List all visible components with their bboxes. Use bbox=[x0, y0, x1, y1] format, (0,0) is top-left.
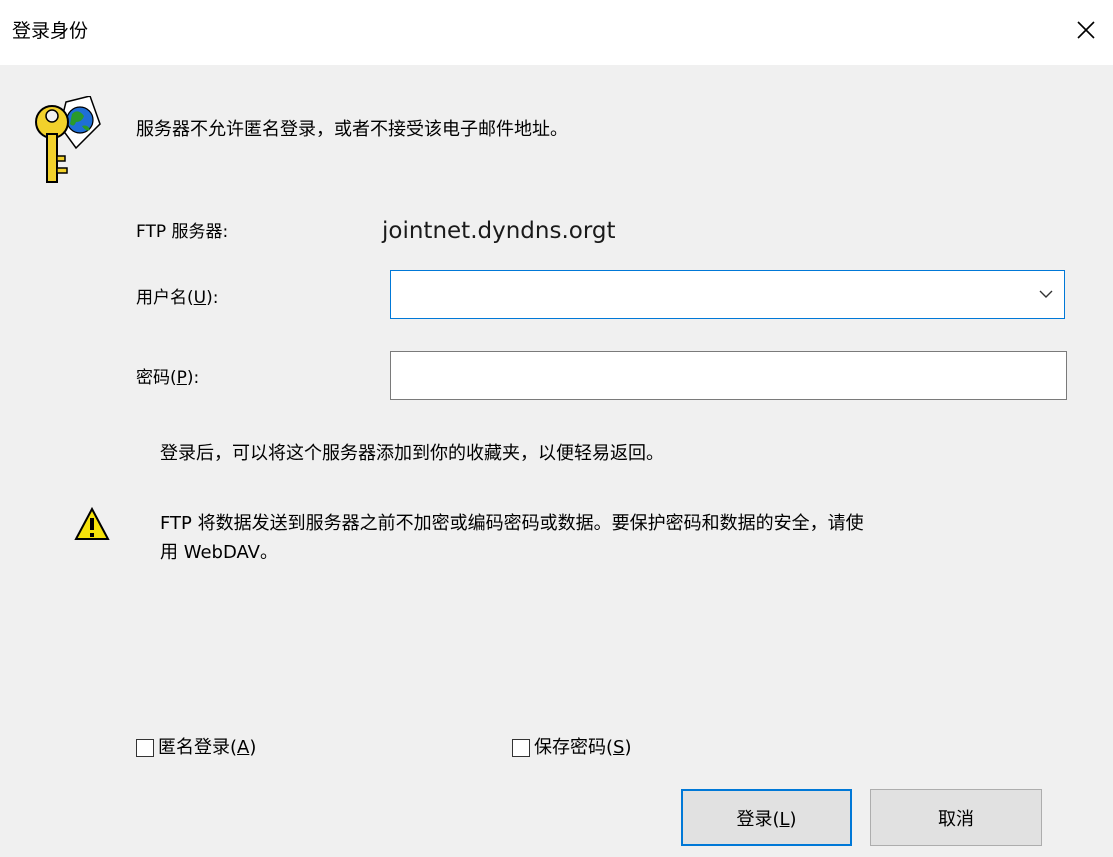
anonymous-checkbox-box[interactable] bbox=[136, 739, 154, 757]
warning-icon bbox=[74, 506, 110, 540]
password-input[interactable] bbox=[391, 352, 1066, 399]
server-label: FTP 服务器: bbox=[136, 222, 229, 242]
save-password-checkbox[interactable]: 保存密码(S) bbox=[512, 735, 632, 761]
username-label: 用户名(U): bbox=[136, 288, 219, 308]
chevron-down-icon[interactable] bbox=[1038, 288, 1054, 300]
anonymous-login-checkbox[interactable]: 匿名登录(A) bbox=[136, 735, 256, 761]
server-value: jointnet.dyndns.orgt bbox=[382, 218, 616, 244]
cancel-button[interactable]: 取消 bbox=[870, 789, 1042, 846]
info-text: 登录后，可以将这个服务器添加到你的收藏夹，以便轻易返回。 bbox=[160, 443, 664, 464]
password-label: 密码(P): bbox=[136, 368, 200, 388]
cancel-button-label: 取消 bbox=[938, 808, 974, 830]
close-button[interactable] bbox=[1063, 10, 1109, 50]
window-title: 登录身份 bbox=[12, 20, 89, 42]
warning-text: FTP 将数据发送到服务器之前不加密或编码密码或数据。要保护密码和数据的安全，请… bbox=[160, 509, 1060, 567]
title-bar: 登录身份 bbox=[0, 0, 1113, 65]
close-icon bbox=[1077, 21, 1095, 39]
warning-line-1: FTP 将数据发送到服务器之前不加密或编码密码或数据。要保护密码和数据的安全，请… bbox=[160, 513, 864, 534]
password-field[interactable] bbox=[390, 351, 1067, 400]
save-password-checkbox-label: 保存密码(S) bbox=[534, 737, 632, 758]
warning-line-2: 用 WebDAV。 bbox=[160, 542, 278, 563]
error-message: 服务器不允许匿名登录，或者不接受该电子邮件地址。 bbox=[136, 119, 568, 140]
username-combobox[interactable] bbox=[390, 270, 1065, 319]
login-button-label: 登录(L) bbox=[736, 808, 797, 830]
key-globe-icon bbox=[35, 96, 101, 183]
login-button[interactable]: 登录(L) bbox=[681, 789, 852, 846]
username-input[interactable] bbox=[391, 271, 1037, 318]
save-password-checkbox-box[interactable] bbox=[512, 739, 530, 757]
anonymous-checkbox-label: 匿名登录(A) bbox=[158, 737, 257, 758]
